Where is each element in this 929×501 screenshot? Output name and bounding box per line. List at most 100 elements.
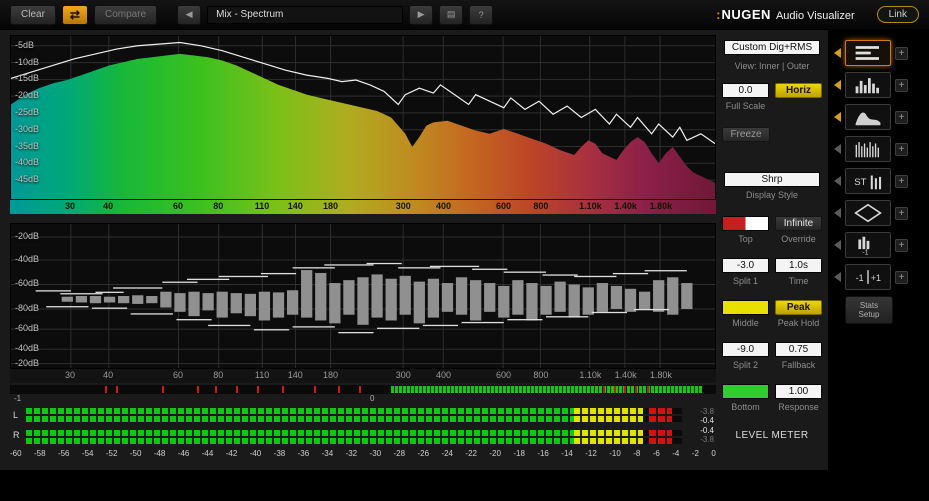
- meter-mode-select[interactable]: Custom Dig+RMS: [724, 40, 820, 55]
- db-scale-label: -44: [201, 449, 214, 458]
- prev-preset-button[interactable]: ◀: [177, 4, 202, 25]
- mode-histogram-button[interactable]: [845, 72, 891, 98]
- preset-name-field[interactable]: Mix - Spectrum: [207, 5, 404, 24]
- stereo-meter-icon: ST: [854, 175, 882, 190]
- db-scale-label: -14: [561, 449, 573, 458]
- preset-list-button[interactable]: ▤: [439, 4, 464, 25]
- db-scale-label: -32: [345, 449, 358, 458]
- db-scale-label: -6: [652, 449, 660, 458]
- bottom-color-swatch[interactable]: [722, 384, 769, 399]
- correlation-red-tick: [281, 386, 284, 393]
- mode-select-arrow-icon[interactable]: [834, 112, 841, 122]
- correlation-red-tick: [634, 386, 637, 393]
- help-button[interactable]: ?: [469, 4, 494, 25]
- mode-row: +: [834, 72, 926, 98]
- mode-vectorscope-button[interactable]: [845, 200, 891, 226]
- svg-text:+1: +1: [871, 273, 881, 283]
- freq-label: 800: [533, 201, 549, 211]
- compare-button[interactable]: Compare: [93, 4, 158, 25]
- right-channel-label: R: [13, 430, 20, 440]
- override-label: Override: [781, 234, 816, 244]
- mode-correlation-button[interactable]: -1 +1: [845, 264, 891, 290]
- add-level-meter-button[interactable]: +: [895, 46, 908, 60]
- add-mini-meter-button[interactable]: +: [895, 238, 908, 252]
- band-frequency-scale: 30 40 60 80 110 140 180 300 400 600 800 1.10k 1.40k 1…: [10, 369, 716, 383]
- db-scale-label: -60: [10, 449, 22, 458]
- view-label: View: Inner | Outer: [734, 61, 810, 71]
- add-spectrogram-button[interactable]: +: [895, 142, 908, 156]
- freeze-button[interactable]: Freeze: [722, 127, 770, 142]
- meter-readout: -3.8: [700, 434, 714, 444]
- freq-label: 1.80k: [649, 201, 673, 211]
- correlation-red-tick: [235, 386, 238, 393]
- mode-select-arrow-icon[interactable]: [834, 240, 841, 250]
- peak-hold-label: Peak Hold: [777, 318, 820, 328]
- mode-level-meter-button[interactable]: [845, 40, 891, 66]
- add-histogram-button[interactable]: +: [895, 78, 908, 92]
- db-scale-label: -4: [672, 449, 680, 458]
- fallback-input[interactable]: 0.75: [775, 342, 822, 357]
- next-preset-button[interactable]: ▶: [409, 4, 434, 25]
- level-meters: L R -3.8 -0.4 -0.4 -3.8: [10, 408, 716, 444]
- bottom-label: Bottom: [731, 402, 760, 412]
- correlation-icon: -1 +1: [856, 270, 881, 284]
- add-vectorscope-button[interactable]: +: [895, 206, 908, 220]
- svg-text:-1: -1: [863, 250, 869, 256]
- time-input[interactable]: 1.0s: [775, 258, 822, 273]
- freq-label: 30: [64, 370, 76, 380]
- correlation-scale: -1 0: [10, 394, 716, 405]
- horiz-button[interactable]: Horiz: [775, 83, 822, 98]
- brand-suffix: Audio Visualizer: [775, 10, 855, 22]
- mode-select-arrow-icon[interactable]: [834, 80, 841, 90]
- mode-spectrogram-button[interactable]: [845, 136, 891, 162]
- swap-arrows-button[interactable]: ⇄: [61, 4, 88, 25]
- freq-label: 110: [254, 370, 270, 380]
- correlation-red-tick: [257, 386, 260, 393]
- split1-input[interactable]: -3.0: [722, 258, 769, 273]
- mode-select-arrow-icon[interactable]: [834, 208, 841, 218]
- meter-bar: [26, 438, 682, 444]
- mode-select-arrow-icon[interactable]: [834, 272, 841, 282]
- spectrum-analyzer[interactable]: -5dB -10dB -15dB -20dB -25dB -30dB -35dB -40dB -…: [10, 35, 716, 200]
- stats-setup-button[interactable]: Stats Setup: [845, 296, 893, 324]
- mode-mini-meter-button[interactable]: -1: [845, 232, 891, 258]
- mode-spectrum-button[interactable]: [845, 104, 891, 130]
- peak-button[interactable]: Peak: [775, 300, 822, 315]
- band-meter-display[interactable]: -20dB -40dB -60dB -80dB -60dB -40dB -20dB: [10, 223, 716, 369]
- top-color-swatch[interactable]: [722, 216, 769, 231]
- split1-label: Split 1: [732, 276, 758, 286]
- response-input[interactable]: 1.00: [775, 384, 822, 399]
- display-style-select[interactable]: Shrp: [724, 172, 820, 187]
- mode-row: -1 +: [834, 232, 926, 258]
- meter-readouts: -3.8 -0.4 -0.4 -3.8: [682, 408, 716, 444]
- mode-select-arrow-icon[interactable]: [834, 176, 841, 186]
- infinite-button[interactable]: Infinite: [775, 216, 822, 231]
- db-scale-label: -24: [441, 449, 453, 458]
- histogram-icon: [855, 78, 879, 94]
- correlation-neg-label: -1: [14, 394, 22, 403]
- mode-stereo-meter-button[interactable]: ST: [845, 168, 891, 194]
- full-scale-input[interactable]: 0.0: [722, 83, 769, 98]
- db-scale-label: -38: [273, 449, 286, 458]
- middle-color-swatch[interactable]: [722, 300, 769, 315]
- db-scale-label: -40: [249, 449, 262, 458]
- correlation-strip: [10, 385, 716, 394]
- mode-row: +: [834, 136, 926, 162]
- mode-select-arrow-icon[interactable]: [834, 144, 841, 154]
- correlation-red-tick: [646, 386, 649, 393]
- mode-row: +: [834, 40, 926, 66]
- correlation-red-tick: [197, 386, 200, 393]
- meter-bar: [26, 430, 682, 436]
- add-correlation-button[interactable]: +: [895, 270, 908, 284]
- split2-input[interactable]: -9.0: [722, 342, 769, 357]
- add-stereo-meter-button[interactable]: +: [895, 174, 908, 188]
- clear-button[interactable]: Clear: [10, 4, 56, 25]
- freq-label: 1.80k: [649, 370, 672, 380]
- add-spectrum-button[interactable]: +: [895, 110, 908, 124]
- mode-select-arrow-icon[interactable]: [834, 48, 841, 58]
- freq-label: 140: [287, 370, 303, 380]
- db-scale-label: -10: [609, 449, 621, 458]
- freq-label: 80: [213, 201, 224, 211]
- mode-row: -1 +1 +: [834, 264, 926, 290]
- link-button[interactable]: Link: [876, 6, 919, 23]
